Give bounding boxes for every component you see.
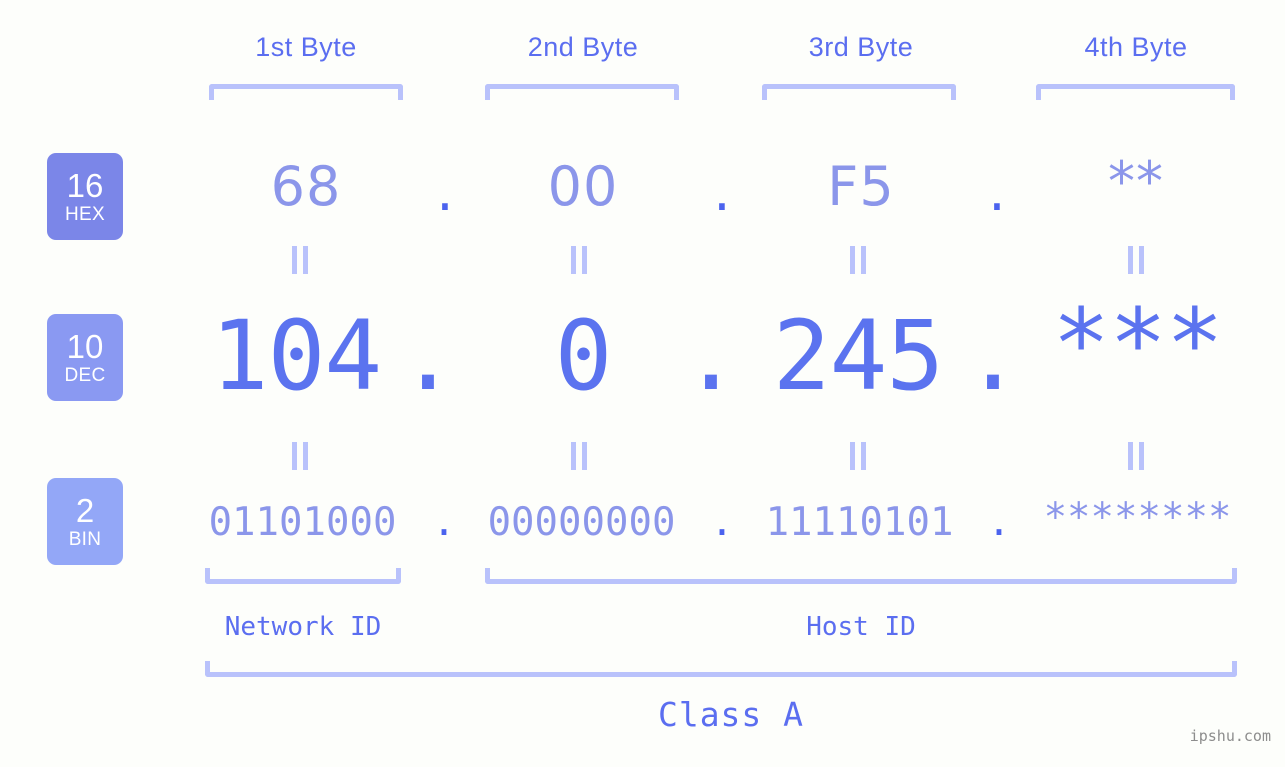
bin-separator-3: . (987, 500, 1011, 545)
dec-byte-2: 0 (554, 300, 613, 412)
base-badge-dec-number: 10 (66, 328, 104, 365)
hex-byte-4: ** (1108, 150, 1164, 213)
dec-byte-1: 104 (210, 300, 382, 412)
hex-byte-2: 00 (547, 155, 619, 218)
base-badge-dec: 10 DEC (47, 314, 123, 401)
base-badge-hex: 16 HEX (47, 153, 123, 240)
equals-mark-hex-dec-1 (292, 246, 310, 274)
byte-header-4: 4th Byte (1084, 32, 1188, 62)
equals-mark-dec-bin-1 (292, 442, 310, 470)
hex-separator-2: . (713, 160, 731, 223)
equals-mark-dec-bin-2 (571, 442, 589, 470)
network-id-label: Network ID (224, 612, 382, 642)
byte-bracket-1 (209, 84, 403, 100)
hex-separator-3: . (988, 160, 1006, 223)
byte-bracket-3 (762, 84, 956, 100)
base-badge-hex-number: 16 (66, 167, 104, 204)
base-badge-dec-abbr: DEC (64, 365, 106, 386)
equals-mark-hex-dec-4 (1128, 246, 1146, 274)
byte-header-3: 3rd Byte (808, 32, 914, 62)
site-watermark: ipshu.com (1189, 727, 1271, 745)
byte-bracket-4 (1036, 84, 1235, 100)
hex-byte-1: 68 (270, 155, 342, 218)
equals-mark-dec-bin-3 (850, 442, 868, 470)
class-label: Class A (657, 695, 805, 734)
class-bracket (205, 661, 1237, 677)
dec-separator-1: . (399, 300, 457, 412)
network-id-bracket (205, 568, 401, 584)
bin-separator-2: . (710, 500, 734, 545)
equals-mark-dec-bin-4 (1128, 442, 1146, 470)
hex-separator-1: . (436, 160, 454, 223)
dec-separator-2: . (682, 300, 740, 412)
bin-byte-4: ******** (1043, 495, 1232, 540)
bin-byte-1: 01101000 (208, 500, 397, 545)
equals-mark-hex-dec-3 (850, 246, 868, 274)
base-badge-bin-abbr: BIN (68, 529, 102, 550)
hex-byte-3: F5 (827, 155, 895, 218)
byte-header-1: 1st Byte (255, 32, 357, 62)
dec-byte-4: *** (1052, 288, 1223, 400)
host-id-label: Host ID (806, 612, 916, 642)
base-badge-bin-number: 2 (75, 492, 95, 529)
dec-separator-3: . (964, 300, 1022, 412)
bin-byte-2: 00000000 (487, 500, 676, 545)
host-id-bracket (485, 568, 1237, 584)
bin-separator-1: . (432, 500, 456, 545)
bin-byte-3: 11110101 (765, 500, 954, 545)
equals-mark-hex-dec-2 (571, 246, 589, 274)
base-badge-bin: 2 BIN (47, 478, 123, 565)
byte-header-2: 2nd Byte (527, 32, 639, 62)
dec-byte-3: 245 (772, 300, 944, 412)
ip-byte-breakdown-diagram: 1st Byte 2nd Byte 3rd Byte 4th Byte 16 H… (0, 0, 1285, 767)
base-badge-hex-abbr: HEX (65, 204, 105, 225)
byte-bracket-2 (485, 84, 679, 100)
